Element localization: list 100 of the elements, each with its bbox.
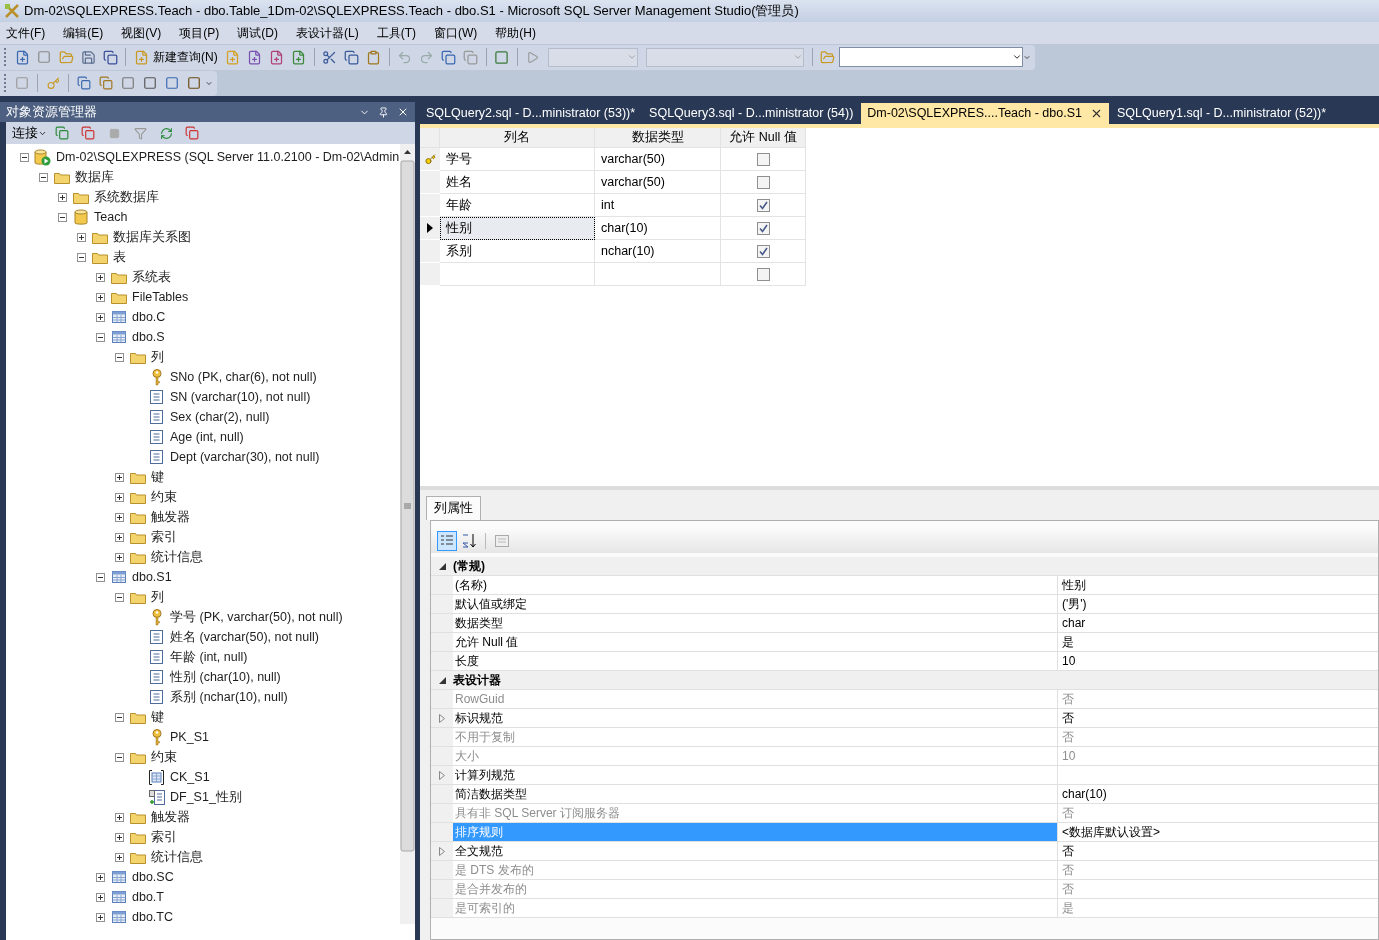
tree-item[interactable]: Sex (char(2), null)	[170, 407, 270, 427]
menu-item[interactable]: 视图(V)	[119, 24, 164, 42]
document-tab[interactable]: SQLQuery1.sql - D...ministrator (52))*	[1111, 103, 1333, 124]
document-tab[interactable]: SQLQuery2.sql - D...ministrator (53))*	[420, 103, 642, 124]
collapse-toggle[interactable]	[20, 152, 29, 162]
property-value[interactable]: 性别	[1058, 576, 1378, 594]
tree-item[interactable]: 表	[113, 247, 126, 267]
expand-toggle[interactable]	[96, 872, 105, 882]
tree-item[interactable]: Dept (varchar(30), not null)	[170, 447, 320, 467]
table-cell[interactable]	[595, 263, 721, 286]
checkbox[interactable]	[756, 267, 770, 281]
collapse-toggle[interactable]	[77, 252, 86, 262]
menu-item[interactable]: 工具(T)	[374, 24, 418, 42]
checkbox[interactable]	[756, 244, 770, 258]
expand-toggle[interactable]	[115, 492, 124, 502]
property-value[interactable]: <数据库默认设置>	[1058, 823, 1378, 841]
property-name[interactable]: 数据类型	[453, 614, 1058, 632]
property-name[interactable]: 计算列规范	[453, 766, 1058, 784]
tree-item[interactable]: SNo (PK, char(6), not null)	[170, 367, 317, 387]
tree-item[interactable]: 学号 (PK, varchar(50), not null)	[170, 607, 343, 627]
expand-icon[interactable]	[439, 846, 445, 856]
property-value[interactable]: char	[1058, 614, 1378, 632]
menu-item[interactable]: 表设计器(L)	[294, 24, 361, 42]
tree-item[interactable]: 触发器	[151, 507, 190, 527]
expand-toggle[interactable]	[96, 272, 105, 282]
menu-item[interactable]: 项目(P)	[177, 24, 222, 42]
collapse-toggle[interactable]	[115, 752, 124, 762]
expand-toggle[interactable]	[96, 312, 105, 322]
tree-item[interactable]: Age (int, null)	[170, 427, 244, 447]
pin-icon[interactable]	[378, 106, 389, 118]
property-value[interactable]: 10	[1058, 652, 1378, 670]
property-name[interactable]: 默认值或绑定	[453, 595, 1058, 613]
categorized-icon[interactable]	[437, 531, 457, 551]
property-value[interactable]: 否	[1058, 709, 1378, 727]
property-value[interactable]: 否	[1058, 842, 1378, 860]
row-header[interactable]	[420, 217, 440, 240]
checkbox[interactable]	[756, 152, 770, 166]
tree-item[interactable]: 年龄 (int, null)	[170, 647, 248, 667]
dropdown[interactable]	[838, 47, 1023, 67]
expand-toggle[interactable]	[96, 892, 105, 902]
scrollbar[interactable]	[400, 144, 415, 924]
table-cell[interactable]: nchar(10)	[595, 240, 721, 263]
tree-item[interactable]: 索引	[151, 827, 177, 847]
tree-item[interactable]: 列	[151, 587, 164, 607]
property-name[interactable]: (名称)	[453, 576, 1058, 594]
tree-item[interactable]: 系统数据库	[94, 187, 159, 207]
collapse-toggle[interactable]	[115, 712, 124, 722]
tree-item[interactable]: dbo.S1	[132, 567, 172, 587]
document-tab[interactable]: Dm-02\SQLEXPRES....Teach - dbo.S1	[861, 103, 1109, 124]
collapse-toggle[interactable]	[58, 212, 67, 222]
sort-icon[interactable]	[460, 531, 478, 551]
tree-item[interactable]: 数据库	[75, 167, 114, 187]
table-cell[interactable]: int	[595, 194, 721, 217]
collapse-toggle[interactable]	[96, 332, 105, 342]
tree-item[interactable]: dbo.TC	[132, 907, 173, 927]
new-query-button[interactable]: 新建查询(N)	[130, 46, 222, 68]
expand-toggle[interactable]	[96, 912, 105, 922]
property-name[interactable]: 允许 Null 值	[453, 633, 1058, 651]
property-name[interactable]: 简洁数据类型	[453, 785, 1058, 803]
menu-item[interactable]: 帮助(H)	[493, 24, 538, 42]
tree-item[interactable]: 触发器	[151, 807, 190, 827]
tree-item[interactable]: Teach	[94, 207, 128, 227]
properties-tab[interactable]: 列属性	[426, 496, 481, 520]
menu-item[interactable]: 文件(F)	[4, 24, 48, 42]
table-cell[interactable]: 学号	[440, 148, 595, 171]
table-cell[interactable]: char(10)	[595, 217, 721, 240]
checkbox[interactable]	[756, 175, 770, 189]
tree-item[interactable]: 列	[151, 347, 164, 367]
property-name[interactable]: 标识规范	[453, 709, 1058, 727]
tree-item[interactable]: 系统表	[132, 267, 171, 287]
table-cell[interactable]: varchar(50)	[595, 148, 721, 171]
tree-item[interactable]: dbo.C	[132, 307, 166, 327]
tree-item[interactable]: dbo.S	[132, 327, 165, 347]
tree-item[interactable]: dbo.T	[132, 887, 164, 907]
expand-toggle[interactable]	[115, 512, 124, 522]
table-cell[interactable]: varchar(50)	[595, 171, 721, 194]
tree-item[interactable]: 键	[151, 707, 164, 727]
tree-item[interactable]: SN (varchar(10), not null)	[170, 387, 311, 407]
table-cell[interactable]: 系别	[440, 240, 595, 263]
collapse-toggle[interactable]	[115, 352, 124, 362]
tree-item[interactable]: 数据库关系图	[113, 227, 191, 247]
tree-item[interactable]: 约束	[151, 487, 177, 507]
table-cell[interactable]	[440, 263, 595, 286]
expand-toggle[interactable]	[115, 852, 124, 862]
table-cell[interactable]: 姓名	[440, 171, 595, 194]
tree-item[interactable]: 姓名 (varchar(50), not null)	[170, 627, 319, 647]
expand-toggle[interactable]	[115, 812, 124, 822]
tree-item[interactable]: 约束	[151, 747, 177, 767]
property-name[interactable]: 长度	[453, 652, 1058, 670]
expand-icon[interactable]	[439, 713, 445, 723]
expand-toggle[interactable]	[115, 472, 124, 482]
expand-toggle[interactable]	[115, 552, 124, 562]
property-name[interactable]: 全文规范	[453, 842, 1058, 860]
property-value[interactable]: 是	[1058, 633, 1378, 651]
tree-item[interactable]: 键	[151, 467, 164, 487]
tree-item[interactable]: FileTables	[132, 287, 189, 307]
tree-item[interactable]: 系别 (nchar(10), null)	[170, 687, 288, 707]
expand-toggle[interactable]	[58, 192, 67, 202]
tree-item[interactable]: 统计信息	[151, 547, 203, 567]
menu-item[interactable]: 窗口(W)	[432, 24, 480, 42]
